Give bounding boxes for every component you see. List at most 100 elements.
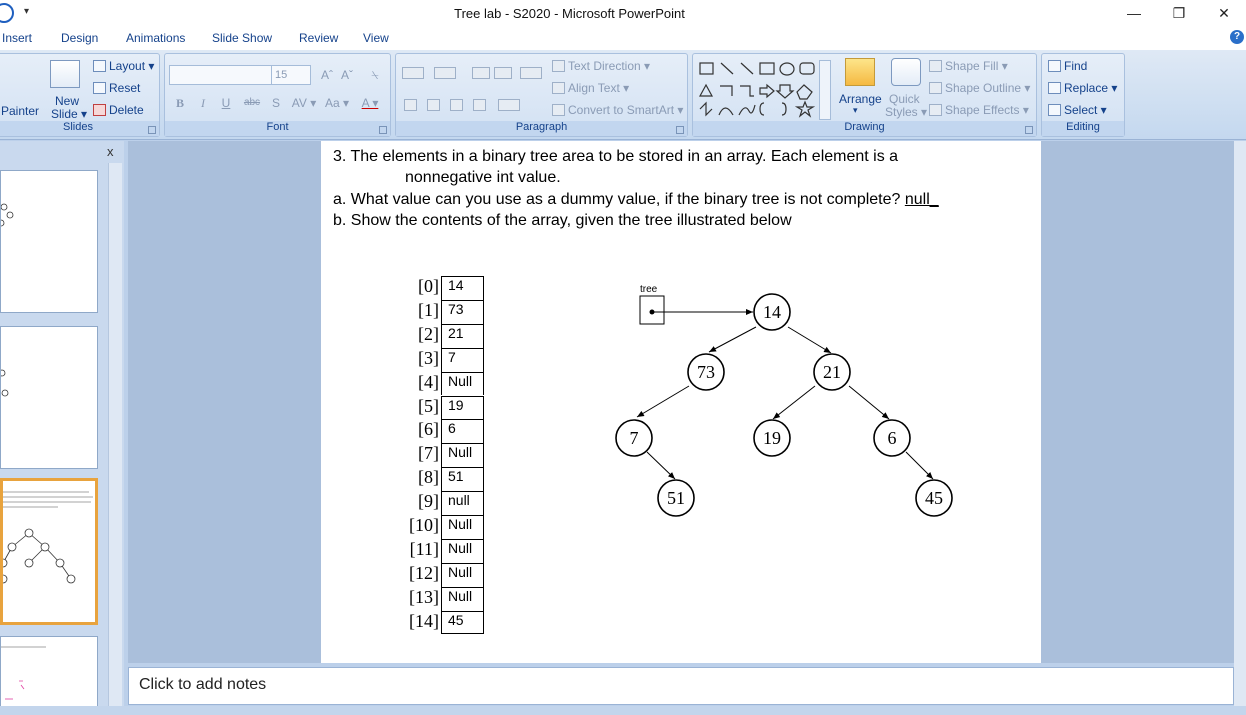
slide-thumbnail[interactable]	[0, 170, 98, 313]
array-index: [6]	[418, 419, 439, 440]
shape-outline-button[interactable]: Shape Outline ▾	[929, 81, 1030, 95]
shape-outline-icon	[929, 82, 942, 94]
bold-button[interactable]: B	[170, 94, 190, 112]
layout-icon	[93, 60, 106, 72]
paragraph-dialog-launcher-icon[interactable]	[676, 126, 684, 134]
arrange-icon	[845, 58, 875, 86]
slide-thumbnail-selected[interactable]	[0, 478, 98, 625]
clear-formatting-button[interactable]: ⍀	[365, 66, 385, 84]
increase-indent-icon[interactable]	[494, 67, 512, 79]
tree-node: 73	[687, 353, 725, 391]
tree-node: 7	[615, 419, 653, 457]
tab-animations[interactable]: Animations	[126, 31, 185, 45]
reset-button[interactable]: Reset	[93, 81, 140, 95]
array-index: [11]	[409, 538, 439, 559]
bullets-icon[interactable]	[402, 67, 424, 79]
new-slide-label[interactable]: New	[55, 94, 79, 108]
svg-text:73: 73	[697, 362, 715, 382]
strikethrough-button[interactable]: abc	[240, 94, 264, 112]
tab-slide-show[interactable]: Slide Show	[212, 31, 272, 45]
justify-icon[interactable]	[473, 99, 486, 111]
decrease-indent-icon[interactable]	[472, 67, 490, 79]
tab-review[interactable]: Review	[299, 31, 338, 45]
character-spacing-button[interactable]: AV ▾	[288, 94, 320, 112]
drawing-dialog-launcher-icon[interactable]	[1025, 126, 1033, 134]
svg-text:51: 51	[667, 488, 685, 508]
array-cell: 45	[441, 610, 484, 635]
replace-button[interactable]: Replace ▾	[1048, 81, 1117, 95]
cursor-icon	[1048, 104, 1061, 116]
shapes-gallery[interactable]	[697, 59, 829, 121]
align-text-button[interactable]: Align Text ▾	[552, 81, 629, 95]
numbering-icon[interactable]	[434, 67, 456, 79]
font-color-button[interactable]: A ▾	[355, 94, 385, 112]
layout-button[interactable]: Layout ▾	[93, 59, 154, 73]
font-name-combo[interactable]	[169, 65, 273, 85]
edge-21-19	[772, 385, 816, 420]
tree-pointer-label: tree	[640, 284, 658, 295]
shrink-font-button[interactable]: Aˇ	[337, 66, 357, 84]
tab-insert[interactable]: Insert	[2, 31, 32, 45]
align-right-icon[interactable]	[450, 99, 463, 111]
tree-node: 19	[753, 419, 791, 457]
notes-pane[interactable]: Click to add notes	[128, 667, 1234, 705]
array-index: [7]	[418, 443, 439, 464]
format-painter-button[interactable]: Painter	[1, 104, 39, 118]
text-direction-button[interactable]: Text Direction ▾	[552, 59, 650, 73]
array-index: [5]	[418, 395, 439, 416]
align-center-icon[interactable]	[427, 99, 440, 111]
array-cell: 14	[441, 276, 484, 300]
shape-effects-button[interactable]: Shape Effects ▾	[929, 103, 1029, 117]
shape-fill-button[interactable]: Shape Fill ▾	[929, 59, 1008, 73]
slide-canvas[interactable]: 3. The elements in a binary tree area to…	[321, 141, 1041, 663]
align-text-icon	[552, 82, 565, 94]
paragraph-group-label: Paragraph	[396, 121, 687, 136]
binary-tree-diagram: tree 14 73 21 7 19 6 51 45	[615, 284, 953, 517]
minimize-button[interactable]: —	[1111, 0, 1157, 28]
array-index: [1]	[418, 299, 439, 320]
find-button[interactable]: Find	[1048, 59, 1087, 73]
editor-scrollbar[interactable]	[1234, 141, 1246, 706]
shape-effects-icon	[929, 104, 942, 116]
italic-button[interactable]: I	[193, 94, 213, 112]
arrange-dropdown[interactable]: ▾	[853, 105, 858, 116]
shapes-gallery-scroll[interactable]	[819, 60, 831, 120]
svg-text:14: 14	[763, 302, 781, 322]
tab-design[interactable]: Design	[61, 31, 98, 45]
slide-thumbnail[interactable]	[0, 326, 98, 469]
convert-smartart-button[interactable]: Convert to SmartArt ▾	[552, 103, 683, 117]
slide-thumbnail[interactable]	[0, 636, 98, 708]
help-icon[interactable]: ?	[1230, 30, 1244, 44]
columns-icon[interactable]	[498, 99, 520, 111]
slides-pane-scrollbar[interactable]	[108, 163, 122, 706]
notes-placeholder: Click to add notes	[139, 676, 267, 693]
arrange-button[interactable]: Arrange	[839, 92, 882, 106]
restore-button[interactable]: ❐	[1156, 0, 1202, 28]
quick-styles-dropdown[interactable]: Styles ▾	[885, 105, 927, 119]
tree-node: 6	[873, 419, 911, 457]
font-size-combo[interactable]: 15	[271, 65, 311, 85]
close-button[interactable]: ✕	[1201, 0, 1246, 28]
delete-button[interactable]: Delete	[93, 103, 144, 117]
select-button[interactable]: Select ▾	[1048, 103, 1107, 117]
array-cell: null	[441, 491, 484, 515]
status-bar	[0, 706, 1246, 715]
text-direction-icon	[552, 60, 565, 72]
slides-dialog-launcher-icon[interactable]	[148, 126, 156, 134]
align-left-icon[interactable]	[404, 99, 417, 111]
edge-21-6	[848, 385, 890, 420]
array-cell: Null	[441, 586, 484, 611]
change-case-button[interactable]: Aa ▾	[321, 94, 353, 112]
new-slide-dropdown[interactable]: Slide ▾	[51, 107, 87, 121]
text-shadow-button[interactable]: S	[266, 94, 286, 112]
tree-node: 45	[915, 479, 953, 517]
replace-icon	[1048, 82, 1061, 94]
line-spacing-icon[interactable]	[520, 67, 542, 79]
font-dialog-launcher-icon[interactable]	[379, 126, 387, 134]
quick-styles-label[interactable]: Quick	[889, 92, 920, 106]
grow-font-button[interactable]: Aˆ	[317, 66, 337, 84]
underline-button[interactable]: U	[216, 94, 236, 112]
tab-view[interactable]: View	[363, 31, 389, 45]
close-pane-icon[interactable]: x	[107, 144, 114, 159]
svg-text:7: 7	[630, 428, 639, 448]
